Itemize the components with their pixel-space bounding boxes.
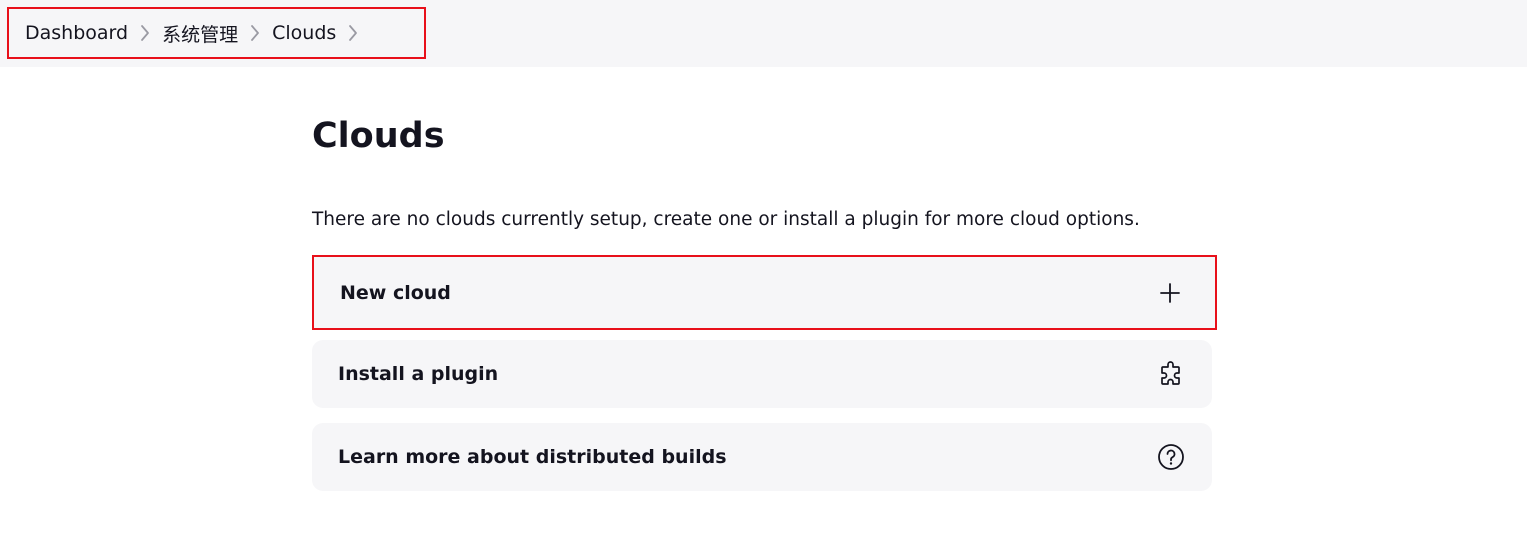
- install-plugin-button[interactable]: Install a plugin: [312, 340, 1212, 408]
- top-bar: Dashboard 系统管理 Clouds: [0, 0, 1527, 67]
- plus-icon: [1155, 278, 1185, 308]
- breadcrumb-clouds[interactable]: Clouds: [272, 22, 336, 44]
- chevron-right-icon[interactable]: [128, 24, 162, 42]
- chevron-right-icon[interactable]: [336, 24, 370, 42]
- breadcrumb: Dashboard 系统管理 Clouds: [7, 7, 426, 59]
- breadcrumb-dashboard[interactable]: Dashboard: [25, 22, 128, 44]
- new-cloud-button[interactable]: New cloud: [312, 255, 1217, 330]
- learn-distributed-builds-link[interactable]: Learn more about distributed builds: [312, 423, 1212, 491]
- new-cloud-label: New cloud: [340, 281, 451, 304]
- learn-distributed-builds-label: Learn more about distributed builds: [338, 446, 727, 468]
- chevron-right-icon[interactable]: [238, 24, 272, 42]
- page-title: Clouds: [312, 116, 445, 156]
- install-plugin-label: Install a plugin: [338, 363, 499, 385]
- puzzle-icon: [1156, 359, 1186, 389]
- breadcrumb-system-management[interactable]: 系统管理: [162, 20, 238, 47]
- empty-state-description: There are no clouds currently setup, cre…: [312, 209, 1140, 230]
- help-circle-icon: [1156, 442, 1186, 472]
